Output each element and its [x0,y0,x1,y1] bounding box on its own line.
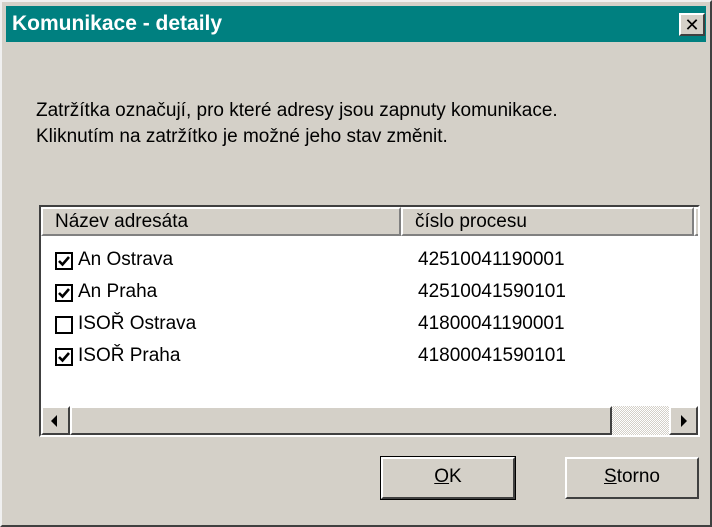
arrow-right-icon [681,415,687,427]
row-checkbox[interactable] [55,316,73,334]
list-item[interactable]: An Praha 42510041590101 [41,277,698,309]
horizontal-scrollbar[interactable] [41,406,698,435]
scroll-right-button[interactable] [669,406,698,435]
list-item[interactable]: ISOŘ Ostrava 41800041190001 [41,309,698,341]
ok-label-rest: K [449,466,462,487]
process-number: 41800041590101 [418,345,566,366]
description-text: Zatržítka označují, pro které adresy jso… [36,98,558,150]
close-icon: ✕ [684,14,700,35]
row-checkbox[interactable] [55,252,73,270]
ok-accelerator: O [434,466,450,487]
storno-button[interactable]: Storno [565,457,699,499]
scrollbar-thumb[interactable] [70,406,612,435]
dialog-window: Komunikace - detaily ✕ Zatržítka označuj… [0,0,712,527]
checkmark-icon [58,256,70,267]
description-line-2: Kliknutím na zatržítko je možné jeho sta… [36,126,448,147]
ok-button[interactable]: OK [380,456,516,500]
title-bar[interactable]: Komunikace - detaily ✕ [6,6,706,42]
storno-accelerator: S [604,466,617,487]
recipients-list[interactable]: Název adresáta číslo procesu An Ostrava … [39,205,700,437]
recipient-name: An Praha [78,281,158,302]
process-number: 41800041190001 [418,313,565,334]
checkmark-icon [58,352,70,363]
column-header-process[interactable]: číslo procesu [401,207,694,236]
storno-label-rest: torno [616,466,660,487]
checkmark-icon [58,288,70,299]
row-checkbox[interactable] [55,284,73,302]
window-title: Komunikace - detaily [12,12,223,35]
list-item[interactable]: ISOŘ Praha 41800041590101 [41,341,698,373]
description-line-1: Zatržítka označují, pro které adresy jso… [36,100,558,121]
recipient-name: ISOŘ Ostrava [78,313,197,334]
list-header: Název adresáta číslo procesu [41,207,698,236]
close-button[interactable]: ✕ [679,13,705,36]
list-item[interactable]: An Ostrava 42510041190001 [41,245,698,277]
column-header-filler [694,207,698,236]
recipient-name: An Ostrava [78,249,174,270]
recipient-name: ISOŘ Praha [78,345,181,366]
arrow-left-icon [51,415,57,427]
scroll-left-button[interactable] [41,406,70,435]
row-checkbox[interactable] [55,348,73,366]
process-number: 42510041190001 [418,249,565,270]
scrollbar-track[interactable] [612,406,669,435]
column-header-name[interactable]: Název adresáta [41,207,401,236]
process-number: 42510041590101 [418,281,566,302]
